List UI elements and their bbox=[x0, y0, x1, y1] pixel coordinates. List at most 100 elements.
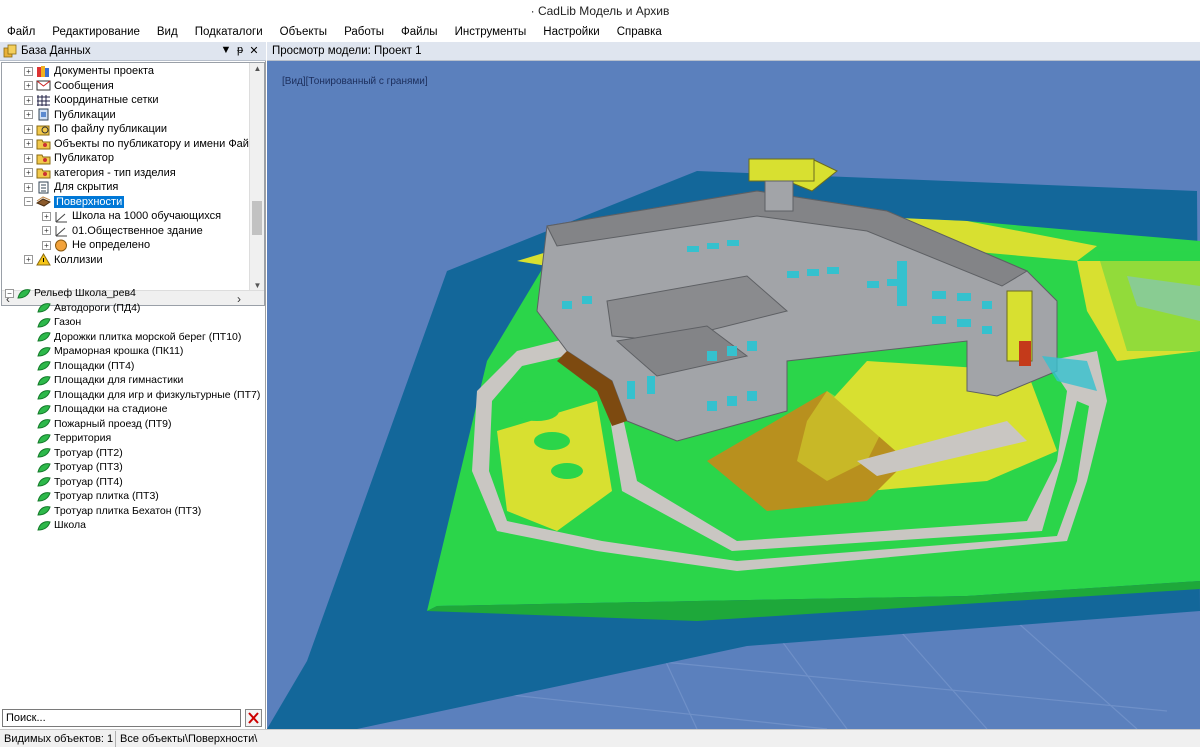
expand-icon[interactable]: + bbox=[24, 139, 33, 148]
menu-edit[interactable]: Редактирование bbox=[52, 26, 140, 38]
expand-icon[interactable]: + bbox=[42, 211, 51, 221]
relief-item-label: Тротуар (ПТ4) bbox=[54, 475, 123, 488]
collapse-icon[interactable]: − bbox=[5, 288, 14, 298]
model-viewport: Просмотр модели: Проект 1 [Вид][Тонирова… bbox=[267, 42, 1200, 730]
menu-settings[interactable]: Настройки bbox=[543, 26, 599, 38]
lawn-patch bbox=[515, 401, 559, 421]
tree-item-public-building[interactable]: + 01.Общественное здание bbox=[42, 224, 203, 238]
relief-item[interactable]: Мраморная крошка (ПК11) bbox=[37, 344, 183, 359]
tree-item-project-documents[interactable]: + Документы проекта bbox=[24, 64, 154, 78]
relief-item[interactable]: Тротуар плитка Бехатон (ПТ3) bbox=[37, 504, 201, 519]
leaf-icon bbox=[37, 462, 51, 473]
relief-item[interactable]: Территория bbox=[37, 431, 111, 446]
relief-item[interactable]: Тротуар плитка (ПТ3) bbox=[37, 489, 159, 504]
relief-item-label: Территория bbox=[54, 432, 112, 445]
tree-item-by-publication-file[interactable]: + По файлу публикации bbox=[24, 122, 167, 136]
scroll-up-icon[interactable]: ▲ bbox=[250, 64, 264, 73]
relief-item[interactable]: Автодороги (ПД4) bbox=[37, 301, 140, 316]
tree-item-label: По файлу публикации bbox=[54, 123, 168, 135]
title-bar: · CadLib Модель и Архив bbox=[0, 0, 1200, 22]
relief-item[interactable]: Газон bbox=[37, 315, 81, 330]
clear-search-button[interactable] bbox=[245, 709, 262, 727]
search-input[interactable] bbox=[2, 709, 241, 727]
documents-icon bbox=[37, 65, 49, 77]
leaf-icon bbox=[17, 288, 31, 299]
status-bar: Видимых объектов: 1 Все объекты\Поверхно… bbox=[0, 729, 1200, 747]
menu-works[interactable]: Работы bbox=[344, 26, 384, 38]
database-icon bbox=[3, 44, 17, 58]
relief-item[interactable]: Площадки для гимнастики bbox=[37, 373, 183, 388]
leaf-icon bbox=[37, 491, 51, 502]
leaf-icon bbox=[37, 375, 51, 386]
database-tree[interactable]: + Документы проекта + Сообщения + Коорди… bbox=[1, 62, 265, 306]
collapse-icon[interactable]: − bbox=[24, 197, 33, 206]
relief-item-label: Площадки для игр и физкультурные (ПТ7) bbox=[54, 388, 261, 401]
folder-key-icon bbox=[36, 168, 51, 179]
tree-item-undefined[interactable]: + Не определено bbox=[42, 238, 150, 252]
axes-icon bbox=[55, 226, 67, 237]
viewport-title: Просмотр модели: Проект 1 bbox=[272, 45, 422, 57]
close-icon[interactable]: ✕ bbox=[248, 44, 260, 57]
leaf-icon bbox=[37, 477, 51, 487]
relief-item-label: Газон bbox=[54, 316, 82, 329]
expand-icon[interactable]: + bbox=[42, 226, 51, 235]
menu-file[interactable]: Файл bbox=[7, 26, 35, 38]
relief-item[interactable]: Площадки на стадионе bbox=[37, 402, 167, 417]
tree-item-label: Публикатор bbox=[54, 152, 114, 164]
pane-dropdown-button[interactable]: ▼ bbox=[220, 44, 232, 56]
menu-tools[interactable]: Инструменты bbox=[455, 26, 527, 38]
tree-item-school-1000[interactable]: + Школа на 1000 обучающихся bbox=[42, 209, 221, 223]
expand-icon[interactable]: + bbox=[42, 240, 51, 250]
tree-item-publisher[interactable]: + Публикатор bbox=[24, 151, 114, 165]
tree-item-collisions[interactable]: + Коллизии bbox=[24, 253, 103, 267]
relief-item[interactable]: Тротуар (ПТ3) bbox=[37, 460, 123, 475]
tree-item-label: Для скрытия bbox=[54, 181, 119, 193]
expand-icon[interactable]: + bbox=[24, 110, 33, 119]
expand-icon[interactable]: + bbox=[24, 66, 33, 76]
relief-item[interactable]: Площадки для игр и физкультурные (ПТ7) bbox=[37, 388, 260, 403]
database-pane-title: База Данных bbox=[21, 45, 91, 57]
viewport-header: Просмотр модели: Проект 1 bbox=[267, 42, 1200, 61]
relief-item[interactable]: Тротуар (ПТ4) bbox=[37, 475, 123, 490]
relief-item[interactable]: Площадки (ПТ4) bbox=[37, 359, 134, 374]
expand-icon[interactable]: + bbox=[24, 182, 33, 192]
expand-icon[interactable]: + bbox=[24, 168, 33, 177]
leaf-icon bbox=[37, 433, 51, 444]
relief-tree[interactable]: − Рельеф Школа_рев4 Автодороги (ПД4) Газ… bbox=[0, 286, 265, 701]
tree-item-objects-by-publisher[interactable]: + Объекты по публикатору и имени Файла bbox=[24, 137, 261, 151]
tree-item-coordinate-grids[interactable]: + Координатные сетки bbox=[24, 93, 158, 107]
menu-view[interactable]: Вид bbox=[157, 26, 178, 38]
expand-icon[interactable]: + bbox=[24, 124, 33, 134]
undefined-icon bbox=[55, 239, 67, 251]
relief-item-label: Пожарный проезд (ПТ9) bbox=[54, 417, 172, 430]
expand-icon[interactable]: + bbox=[24, 81, 33, 90]
menu-objects[interactable]: Объекты bbox=[280, 26, 327, 38]
relief-item[interactable]: Тротуар (ПТ2) bbox=[37, 446, 123, 461]
leaf-icon bbox=[37, 448, 51, 458]
tree-item-publications[interactable]: + Публикации bbox=[24, 108, 116, 122]
publications-icon bbox=[38, 108, 49, 121]
menu-files[interactable]: Файлы bbox=[401, 26, 438, 38]
relief-item[interactable]: Пожарный проезд (ПТ9) bbox=[37, 417, 172, 432]
tree-item-surfaces[interactable]: − Поверхности bbox=[24, 195, 125, 209]
relief-item[interactable]: Школа bbox=[37, 518, 86, 533]
tree-item-label: Не определено bbox=[72, 239, 151, 251]
expand-icon[interactable]: + bbox=[24, 95, 33, 105]
view-mode-label: [Вид][Тонированный с гранями] bbox=[282, 76, 428, 87]
tree-item-messages[interactable]: + Сообщения bbox=[24, 79, 114, 93]
menu-help[interactable]: Справка bbox=[617, 26, 662, 38]
pin-icon[interactable]: ᵽ bbox=[234, 44, 246, 56]
relief-item[interactable]: Дорожки плитка морской берег (ПТ10) bbox=[37, 330, 241, 345]
tree-item-category-type[interactable]: + категория - тип изделия bbox=[24, 166, 176, 180]
tree-item-for-hiding[interactable]: + Для скрытия bbox=[24, 180, 118, 194]
3d-scene[interactable]: [Вид][Тонированный с гранями] bbox=[267, 61, 1200, 730]
expand-icon[interactable]: + bbox=[24, 153, 33, 163]
warning-icon bbox=[36, 253, 51, 266]
expand-icon[interactable]: + bbox=[24, 255, 33, 264]
scroll-thumb[interactable] bbox=[252, 201, 262, 235]
relief-item-label: Автодороги (ПД4) bbox=[54, 301, 141, 314]
menu-subcatalogs[interactable]: Подкаталоги bbox=[195, 26, 263, 38]
visible-objects-count: Видимых объектов: 1 bbox=[4, 733, 114, 745]
tree-vertical-scrollbar[interactable]: ▲ ▼ bbox=[249, 63, 264, 291]
relief-root[interactable]: − Рельеф Школа_рев4 bbox=[5, 286, 136, 301]
